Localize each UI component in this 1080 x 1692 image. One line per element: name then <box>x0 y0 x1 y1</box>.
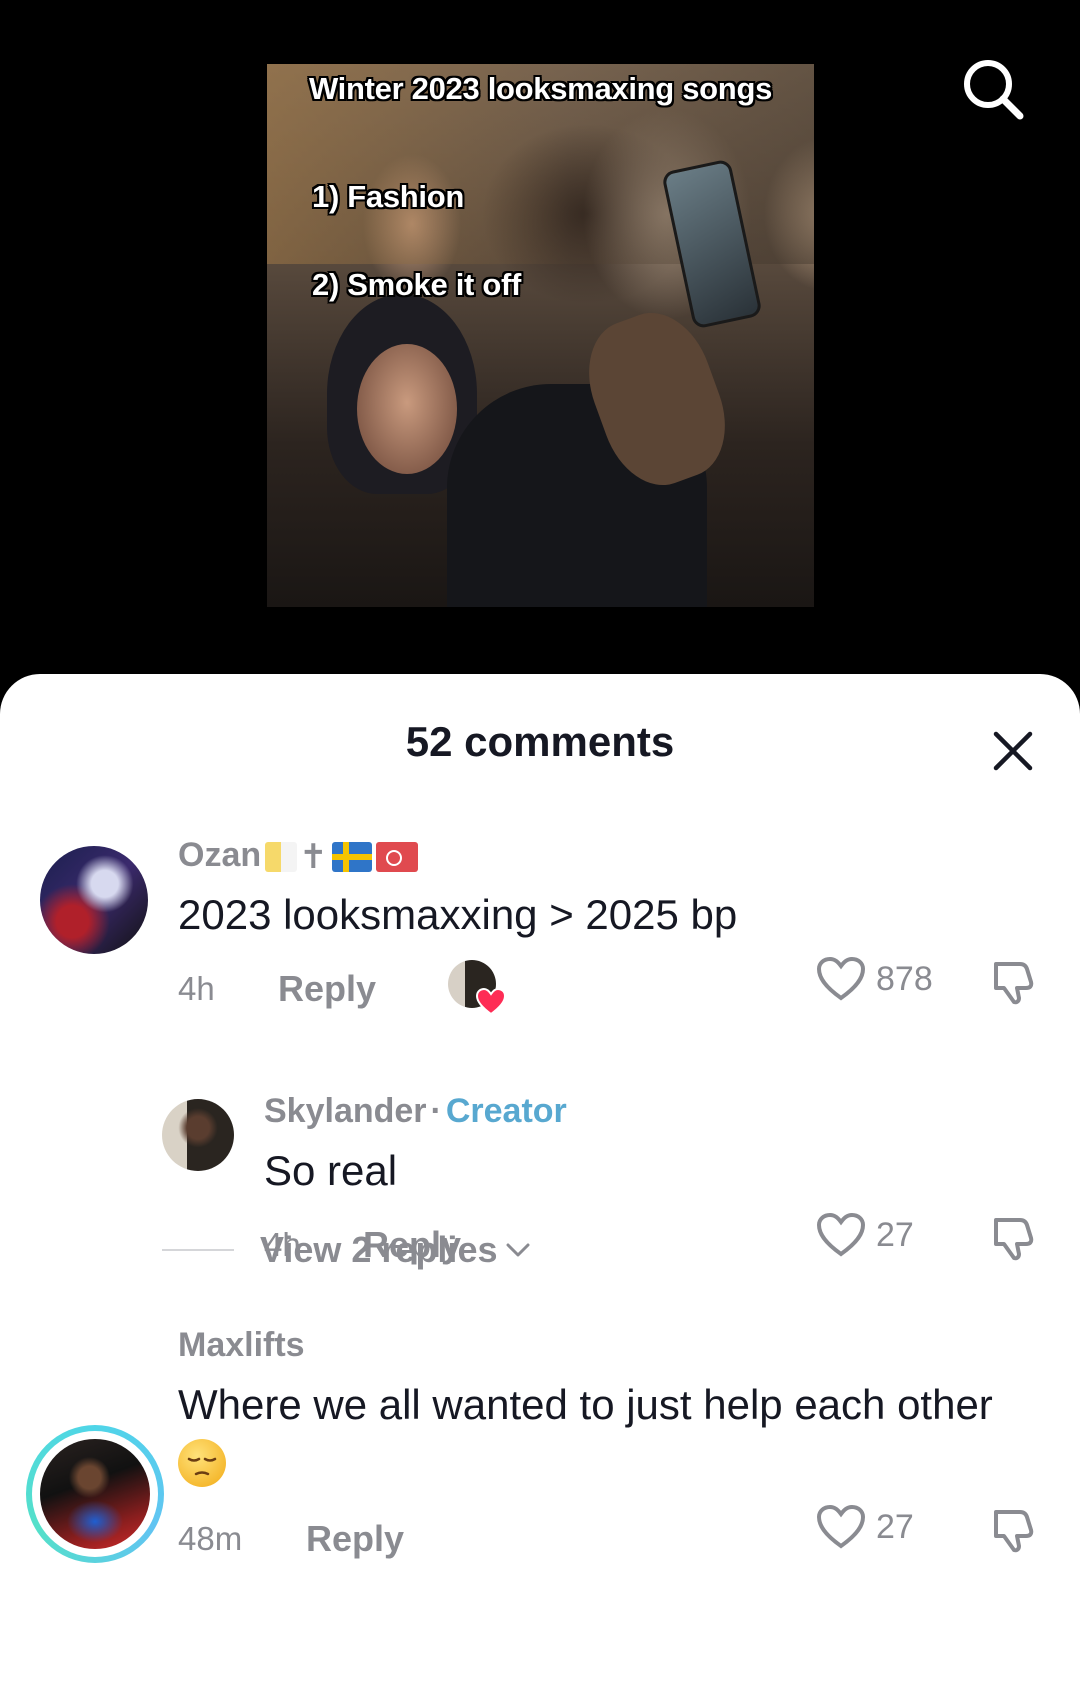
video-overlay-title: Winter 2023 looksmaxing songs <box>308 71 773 106</box>
video-overlay-line-1: 1) Fashion <box>312 179 465 214</box>
heart-outline-icon <box>816 1504 866 1549</box>
sweden-flag-icon <box>331 842 372 873</box>
creator-liked-badge <box>448 960 506 1016</box>
comment-text: 2023 looksmaxxing > 2025 bp <box>178 891 738 938</box>
comments-sheet: 52 comments Ozan ✝ 2023 looksmaxxing > 20… <box>0 674 1080 1692</box>
close-icon <box>993 731 1033 771</box>
reply-button[interactable]: Reply <box>278 968 376 1010</box>
avatar-ozan[interactable] <box>40 846 148 954</box>
like-button[interactable]: 878 <box>816 956 933 1002</box>
like-count: 878 <box>876 959 933 998</box>
comment-username[interactable]: Ozan ✝ <box>178 836 418 877</box>
avatar-maxlifts[interactable] <box>26 1425 164 1563</box>
reply-text: So real <box>264 1147 398 1194</box>
close-comments-button[interactable] <box>984 722 1042 780</box>
like-button[interactable]: 27 <box>816 1504 914 1550</box>
view-replies-button[interactable]: View 2 replies <box>162 1229 531 1271</box>
pensive-face-icon <box>178 1438 226 1487</box>
chevron-down-icon <box>506 1243 530 1257</box>
cross-icon: ✝ <box>299 838 328 877</box>
comment-time: 4h <box>178 970 215 1007</box>
video-player[interactable]: Winter 2023 looksmaxing songs 1) Fashion… <box>0 0 1080 700</box>
thumbs-down-icon <box>994 1218 1034 1261</box>
reply-username[interactable]: Skylander · Creator <box>264 1092 567 1131</box>
video-thumbnail: Winter 2023 looksmaxing songs 1) Fashion… <box>267 64 814 607</box>
comments-count-title: 52 comments <box>405 718 675 765</box>
search-icon <box>964 60 1024 120</box>
video-overlay-line-2: 2) Smoke it off <box>312 267 522 302</box>
vatican-flag-icon <box>265 842 298 873</box>
thumbs-down-icon <box>994 962 1034 1005</box>
dislike-button[interactable] <box>990 1504 1040 1554</box>
heart-filled-icon <box>476 988 506 1016</box>
reply-button[interactable]: Reply <box>306 1518 404 1560</box>
creator-label: Creator <box>445 1092 567 1130</box>
heart-outline-icon <box>816 956 866 1001</box>
comment-time: 48m <box>178 1520 243 1557</box>
comment-username[interactable]: Maxlifts <box>178 1326 305 1365</box>
turkey-flag-icon <box>375 842 418 873</box>
divider <box>162 1249 234 1251</box>
like-button[interactable]: 27 <box>816 1212 914 1258</box>
dislike-button[interactable] <box>990 956 1040 1006</box>
dislike-button[interactable] <box>990 1212 1040 1262</box>
heart-outline-icon <box>816 1212 866 1257</box>
comment-text: Where we all wanted to just help each ot… <box>178 1378 998 1487</box>
like-count: 27 <box>876 1215 914 1254</box>
like-count: 27 <box>876 1507 914 1546</box>
search-button[interactable] <box>956 52 1030 126</box>
avatar-skylander[interactable] <box>162 1099 234 1171</box>
thumbs-down-icon <box>994 1510 1034 1553</box>
